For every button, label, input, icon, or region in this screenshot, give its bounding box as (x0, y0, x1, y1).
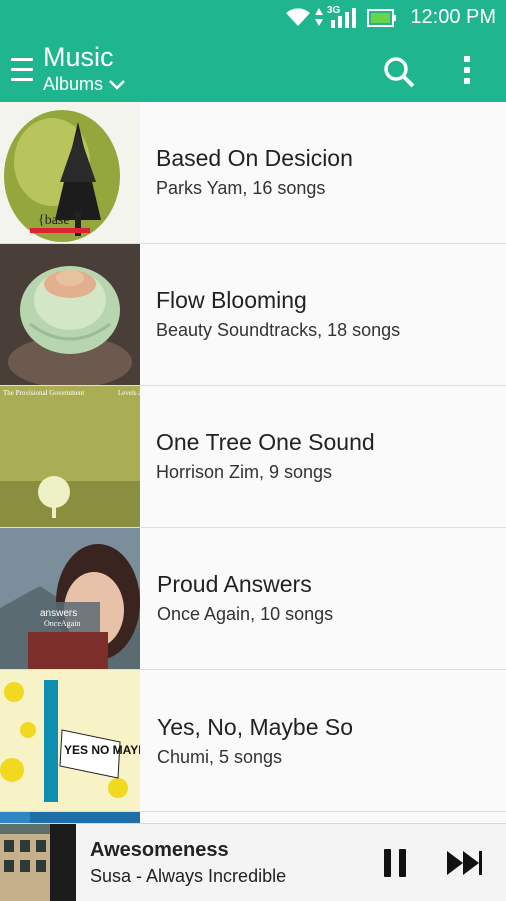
album-title: Yes, No, Maybe So (157, 714, 354, 740)
now-playing-art (0, 824, 76, 901)
search-icon[interactable] (383, 56, 415, 88)
album-subtitle: Parks Yam, 16 songs (156, 178, 326, 198)
album-subtitle: Horrison Zim, 9 songs (156, 462, 333, 482)
album-row[interactable]: {base Based On Desicion Parks Yam, 16 so… (0, 102, 506, 244)
now-playing-subtitle: Susa - Always Incredible (90, 866, 287, 886)
status-bar: 3G 12:00 PM (0, 0, 506, 36)
svg-text:YES NO MAYBE: YES NO MAYBE (64, 743, 140, 757)
chevron-down-icon (109, 79, 125, 90)
album-subtitle: Beauty Soundtracks, 18 songs (156, 320, 401, 340)
svg-text:{base: {base (38, 213, 70, 228)
svg-text:The Provisional Government: The Provisional Government (3, 389, 84, 397)
overflow-menu-icon[interactable] (464, 56, 472, 86)
app-bar: Music Albums (0, 36, 506, 102)
wifi-icon (286, 8, 310, 26)
album-title: Flow Blooming (156, 287, 307, 313)
album-art: answers OnceAgain (0, 528, 140, 669)
menu-icon[interactable] (11, 58, 33, 82)
album-art: The Provisional Government Levels an (0, 386, 140, 527)
svg-text:answers: answers (40, 608, 77, 619)
album-title: One Tree One Sound (156, 429, 375, 455)
clock: 12:00 PM (410, 6, 496, 28)
album-row[interactable]: answers OnceAgain Proud Answers Once Aga… (0, 528, 506, 670)
album-row[interactable]: The Provisional Government Levels an One… (0, 386, 506, 528)
album-title: Proud Answers (157, 571, 312, 597)
view-selector[interactable]: Albums (43, 74, 125, 95)
album-title: Based On Desicion (156, 145, 353, 171)
album-art: {base (0, 102, 140, 243)
album-list: {base Based On Desicion Parks Yam, 16 so… (0, 102, 506, 832)
signal-icon (331, 8, 356, 28)
album-row[interactable]: Flow Blooming Beauty Soundtracks, 18 son… (0, 244, 506, 386)
data-activity-icon (315, 8, 323, 26)
svg-text:OnceAgain: OnceAgain (44, 619, 80, 628)
pause-icon[interactable] (384, 849, 408, 877)
battery-icon (367, 9, 396, 27)
album-subtitle: Chumi, 5 songs (157, 747, 283, 767)
now-playing-title: Awesomeness (90, 839, 229, 861)
album-row[interactable]: YES NO MAYBE Yes, No, Maybe So Chumi, 5 … (0, 670, 506, 812)
now-playing-bar[interactable]: Awesomeness Susa - Always Incredible (0, 823, 506, 901)
album-art: YES NO MAYBE (0, 670, 140, 811)
album-art (0, 244, 140, 385)
view-selector-label: Albums (43, 74, 104, 94)
app-title: Music (43, 42, 114, 72)
album-subtitle: Once Again, 10 songs (157, 604, 334, 624)
svg-text:Levels an: Levels an (118, 389, 140, 397)
fast-forward-icon[interactable] (447, 851, 483, 875)
